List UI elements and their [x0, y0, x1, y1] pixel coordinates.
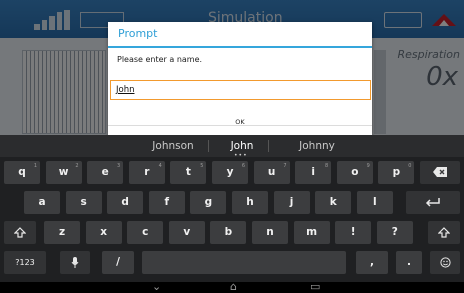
key-d[interactable]: d	[107, 191, 144, 214]
dialog-message: Please enter a name.	[117, 55, 203, 64]
key-hint: 1	[33, 163, 37, 169]
dialog-title-divider	[108, 46, 372, 48]
key-s[interactable]: s	[65, 191, 102, 214]
period-key[interactable]: .	[396, 251, 422, 274]
navigation-bar: ⌄ ⌂ ▭	[0, 280, 464, 293]
soft-keyboard: Johnson John ••• Johnny ?123 / , . q 1 w…	[0, 135, 464, 293]
shift-icon	[13, 227, 27, 238]
enter-key[interactable]	[406, 191, 460, 214]
key-l[interactable]: l	[356, 191, 393, 214]
dialog-title: Prompt	[118, 27, 158, 40]
suggestion-divider	[208, 140, 209, 152]
symbols-key[interactable]: ?123	[4, 251, 46, 274]
ok-button-label: OK	[235, 118, 245, 126]
key-hint: 5	[200, 163, 204, 169]
enter-icon	[425, 198, 440, 207]
key-exclamation[interactable]: !	[335, 221, 372, 244]
key-hint: 7	[283, 163, 287, 169]
emoji-key[interactable]	[430, 251, 460, 274]
suggestion-divider	[268, 140, 269, 152]
slash-key[interactable]: /	[102, 251, 134, 274]
emoji-icon	[439, 257, 451, 268]
shift-key-left[interactable]	[4, 221, 36, 244]
key-b[interactable]: b	[210, 221, 247, 244]
key-e[interactable]: e3	[87, 161, 124, 184]
key-x[interactable]: x	[85, 221, 122, 244]
key-u[interactable]: u7	[253, 161, 290, 184]
key-m[interactable]: m	[293, 221, 330, 244]
key-r[interactable]: r4	[128, 161, 165, 184]
space-key[interactable]	[142, 251, 346, 274]
key-f[interactable]: f	[148, 191, 185, 214]
key-i[interactable]: i8	[295, 161, 332, 184]
key-w[interactable]: w2	[45, 161, 82, 184]
key-h[interactable]: h	[232, 191, 268, 214]
key-hint: 3	[117, 163, 121, 169]
shift-key-right[interactable]	[428, 221, 460, 244]
key-y[interactable]: y6	[212, 161, 248, 184]
key-k[interactable]: k	[315, 191, 352, 214]
key-g[interactable]: g	[190, 191, 227, 214]
key-q[interactable]: q1	[4, 161, 40, 184]
key-n[interactable]: n	[252, 221, 288, 244]
comma-key[interactable]: ,	[356, 251, 388, 274]
name-input-value: John	[116, 85, 135, 95]
key-v[interactable]: v	[168, 221, 205, 244]
more-suggestions-icon: •••	[234, 152, 248, 159]
key-hint: 2	[75, 163, 79, 169]
back-icon[interactable]: ⌄	[152, 280, 161, 293]
suggestion-strip: Johnson John ••• Johnny	[0, 135, 464, 159]
suggestion-john[interactable]: John	[220, 140, 264, 152]
key-a[interactable]: a	[24, 191, 60, 214]
key-j[interactable]: j	[273, 191, 310, 214]
key-t[interactable]: t5	[170, 161, 207, 184]
key-hint: 4	[158, 163, 162, 169]
shift-icon	[437, 227, 451, 238]
key-z[interactable]: z	[44, 221, 80, 244]
key-c[interactable]: c	[127, 221, 164, 244]
voice-input-key[interactable]	[60, 251, 90, 274]
key-p[interactable]: p0	[378, 161, 415, 184]
name-input[interactable]: John	[110, 80, 371, 100]
key-o[interactable]: o9	[336, 161, 373, 184]
suggestion-johnny[interactable]: Johnny	[286, 140, 348, 152]
home-icon[interactable]: ⌂	[230, 280, 237, 293]
mic-icon	[71, 257, 79, 268]
recents-icon[interactable]: ▭	[310, 280, 320, 293]
key-hint: 9	[366, 163, 370, 169]
key-question[interactable]: ?	[376, 221, 413, 244]
key-hint: 0	[408, 163, 412, 169]
backspace-icon	[433, 167, 447, 177]
key-hint: 8	[325, 163, 329, 169]
suggestion-johnson[interactable]: Johnson	[138, 140, 208, 152]
key-hint: 6	[241, 163, 245, 169]
screen: Simulation Respiration 0x Prompt Please …	[0, 0, 464, 293]
backspace-key[interactable]	[420, 161, 460, 184]
